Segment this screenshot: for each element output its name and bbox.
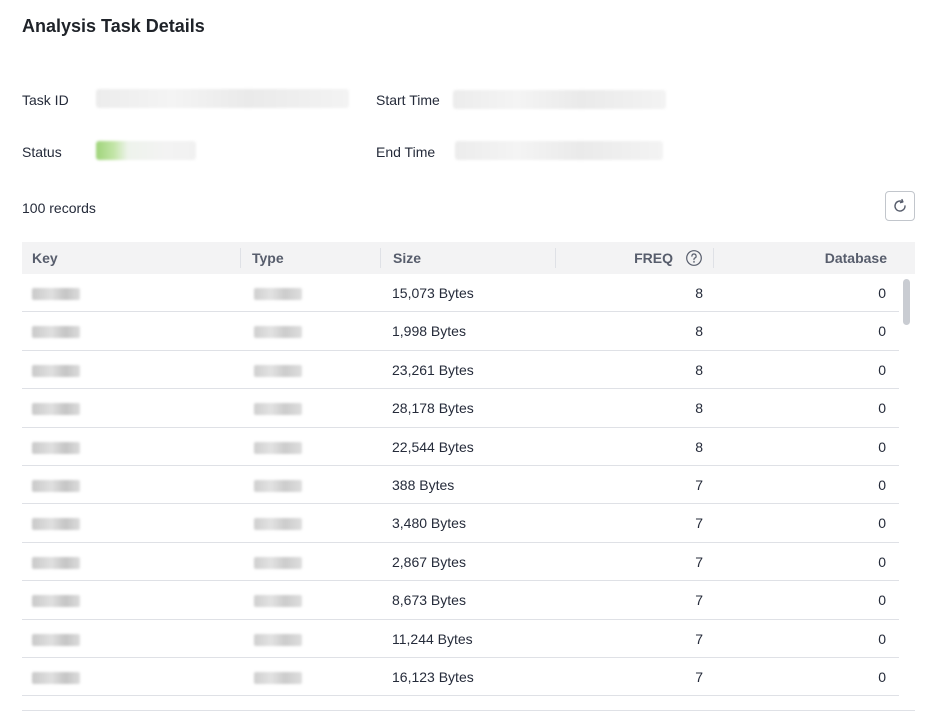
database-cell: 0	[878, 438, 886, 455]
freq-cell: 7	[695, 553, 703, 570]
table-row[interactable]: 16,123 Bytes 7 0	[22, 658, 899, 696]
type-value-redacted	[254, 326, 302, 339]
size-cell: 16,123 Bytes	[392, 668, 474, 685]
freq-cell: 8	[695, 438, 703, 455]
database-cell: 0	[878, 668, 886, 685]
refresh-icon	[894, 198, 906, 212]
column-divider	[555, 248, 556, 268]
table-scrollbar[interactable]	[899, 275, 913, 697]
size-cell: 1,998 Bytes	[392, 323, 466, 340]
freq-cell: 8	[695, 323, 703, 340]
table-body[interactable]: 15,073 Bytes 8 0 1,998 Bytes 8 0 23,261 …	[22, 274, 899, 696]
table-row[interactable]: 2,867 Bytes 7 0	[22, 543, 899, 582]
key-value-redacted	[32, 326, 80, 339]
key-value-redacted	[32, 441, 80, 454]
refresh-button[interactable]	[885, 191, 915, 221]
type-value-redacted	[254, 479, 302, 492]
start-time-value-redacted	[453, 90, 666, 109]
column-header-type[interactable]: Type	[252, 242, 284, 274]
task-id-value-redacted	[96, 89, 349, 108]
key-value-redacted	[32, 518, 80, 531]
records-count: 100 records	[22, 200, 96, 216]
end-time-label: End Time	[376, 144, 436, 160]
start-time-label: Start Time	[376, 92, 440, 108]
key-value-redacted	[32, 633, 80, 646]
database-cell: 0	[878, 592, 886, 609]
database-cell: 0	[878, 630, 886, 647]
size-cell: 2,867 Bytes	[392, 553, 466, 570]
freq-cell: 7	[695, 630, 703, 647]
table-row[interactable]: 388 Bytes 7 0	[22, 466, 899, 505]
freq-cell: 7	[695, 476, 703, 493]
size-cell: 22,544 Bytes	[392, 438, 474, 455]
freq-cell: 8	[695, 361, 703, 378]
table-row[interactable]: 8,673 Bytes 7 0	[22, 581, 899, 620]
end-time-value-redacted	[455, 141, 663, 160]
column-header-database[interactable]: Database	[722, 242, 887, 274]
size-cell: 15,073 Bytes	[392, 285, 474, 301]
type-value-redacted	[254, 403, 302, 416]
table-row[interactable]: 23,261 Bytes 8 0	[22, 351, 899, 390]
freq-cell: 7	[695, 668, 703, 685]
database-cell: 0	[878, 285, 886, 301]
table-header: Key Type Size FREQ Database	[22, 242, 915, 274]
table-row[interactable]: 22,544 Bytes 8 0	[22, 428, 899, 466]
key-value-redacted	[32, 556, 80, 569]
type-value-redacted	[254, 556, 302, 569]
table-row[interactable]: 15,073 Bytes 8 0	[22, 274, 899, 313]
key-value-redacted	[32, 671, 80, 684]
column-header-key[interactable]: Key	[32, 242, 58, 274]
type-value-redacted	[254, 364, 302, 377]
table-bottom-divider	[22, 710, 915, 711]
database-cell: 0	[878, 400, 886, 417]
type-value-redacted	[254, 633, 302, 646]
column-divider	[380, 248, 381, 268]
freq-cell: 7	[695, 515, 703, 532]
column-header-freq[interactable]: FREQ	[562, 242, 673, 274]
size-cell: 23,261 Bytes	[392, 361, 474, 378]
freq-cell: 7	[695, 592, 703, 609]
type-value-redacted	[254, 441, 302, 454]
database-cell: 0	[878, 323, 886, 340]
help-circle-icon[interactable]	[685, 249, 703, 267]
scrollbar-thumb[interactable]	[903, 279, 910, 325]
task-id-label: Task ID	[22, 92, 69, 108]
size-cell: 3,480 Bytes	[392, 515, 466, 532]
records-table: Key Type Size FREQ Database 15,073 Bytes…	[22, 242, 915, 696]
key-value-redacted	[32, 479, 80, 492]
database-cell: 0	[878, 515, 886, 532]
database-cell: 0	[878, 476, 886, 493]
column-header-size[interactable]: Size	[393, 242, 421, 274]
column-divider	[240, 248, 241, 268]
table-row[interactable]: 1,998 Bytes 8 0	[22, 312, 899, 351]
size-cell: 28,178 Bytes	[392, 400, 474, 417]
freq-cell: 8	[695, 285, 703, 301]
status-label: Status	[22, 144, 62, 160]
page-title: Analysis Task Details	[22, 16, 205, 36]
key-value-redacted	[32, 595, 80, 608]
type-value-redacted	[254, 671, 302, 684]
size-cell: 11,244 Bytes	[392, 630, 473, 647]
key-value-redacted	[32, 364, 80, 377]
type-value-redacted	[254, 288, 302, 300]
type-value-redacted	[254, 595, 302, 608]
size-cell: 8,673 Bytes	[392, 592, 466, 609]
status-value-redacted	[96, 141, 196, 160]
table-row[interactable]: 11,244 Bytes 7 0	[22, 620, 899, 658]
table-row[interactable]: 28,178 Bytes 8 0	[22, 389, 899, 428]
key-value-redacted	[32, 288, 80, 300]
size-cell: 388 Bytes	[392, 476, 455, 493]
freq-cell: 8	[695, 400, 703, 417]
key-value-redacted	[32, 403, 80, 416]
table-row[interactable]: 3,480 Bytes 7 0	[22, 504, 899, 543]
database-cell: 0	[878, 361, 886, 378]
database-cell: 0	[878, 553, 886, 570]
column-divider	[713, 248, 714, 268]
type-value-redacted	[254, 518, 302, 531]
